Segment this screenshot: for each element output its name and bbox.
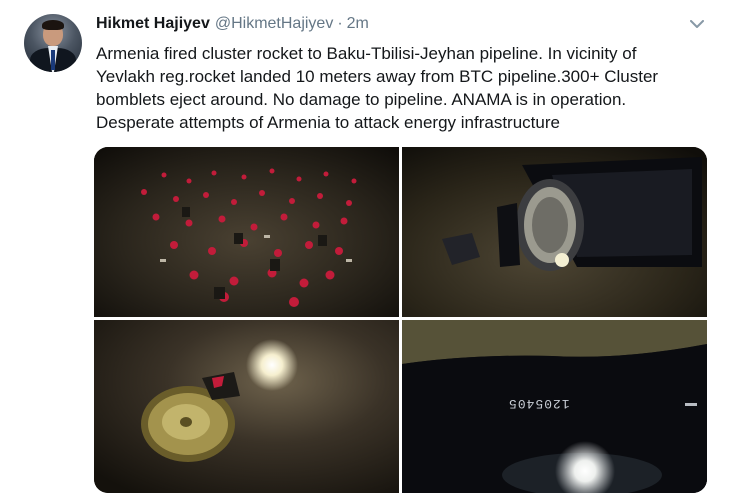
photo-disc-on-ground[interactable]: [94, 320, 399, 493]
tweet-header: Hikmet Hajiyev @HikmetHajiyev · 2m: [96, 12, 369, 36]
avatar-hair: [42, 20, 64, 30]
author-name[interactable]: Hikmet Hajiyev: [96, 15, 210, 33]
photo-bomblets-field[interactable]: [94, 147, 399, 317]
photo-rocket-tail[interactable]: [402, 147, 707, 317]
photo-pipeline[interactable]: 1205405: [402, 320, 707, 493]
header-separator: ·: [337, 15, 343, 32]
author-handle[interactable]: @HikmetHajiyev: [215, 15, 333, 33]
avatar[interactable]: [24, 14, 82, 72]
tweet-text-line: Yevlakh reg.rocket landed 10 meters away…: [96, 67, 659, 86]
tweet-text-line: Armenia fired cluster rocket to Baku-Tbi…: [96, 44, 637, 63]
tweet-timestamp[interactable]: 2m: [347, 15, 369, 33]
tweet-menu-button[interactable]: [686, 13, 708, 35]
tweet[interactable]: Hikmet Hajiyev @HikmetHajiyev · 2m Armen…: [0, 0, 733, 500]
pipeline-serial-text: 1205405: [508, 396, 570, 411]
tweet-text: Armenia fired cluster rocket to Baku-Tbi…: [96, 42, 716, 134]
chevron-down-icon: [690, 19, 704, 28]
avatar-tie: [51, 50, 55, 70]
tweet-media-grid: 1205405: [94, 147, 707, 493]
tweet-text-line: bomblets eject around. No damage to pipe…: [96, 90, 627, 109]
tweet-text-line: Desperate attempts of Armenia to attack …: [96, 113, 560, 132]
